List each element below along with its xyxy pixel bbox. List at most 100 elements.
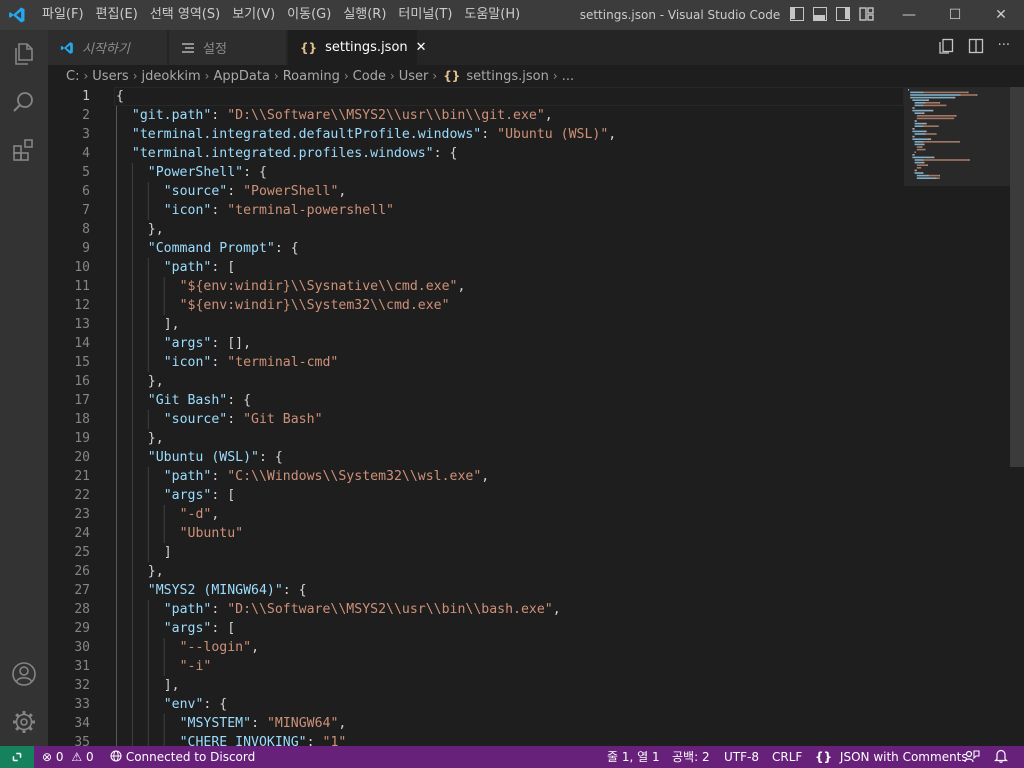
language-mode[interactable]: {} JSON with Comments [815,746,968,768]
minimap-viewport[interactable] [904,87,1010,186]
breadcrumb-appdata[interactable]: AppData [211,69,271,84]
code-line[interactable]: }, [114,429,904,448]
minimap-token [921,125,924,127]
code-line[interactable]: }, [114,562,904,581]
json-punctuation: : { [203,697,228,712]
menu-terminal[interactable]: 터미널(T) [392,0,458,30]
code-editor[interactable]: {"git.path": "D:\\Software\\MSYS2\\usr\\… [114,87,904,746]
code-line[interactable]: ], [114,676,904,695]
explorer-button[interactable] [0,30,48,78]
minimap-token [938,102,940,104]
json-punctuation: }, [147,564,164,579]
code-line[interactable]: { [114,87,904,106]
tab-settings-json[interactable]: {} settings.json ✕ [288,30,427,65]
more-actions-icon[interactable]: ··· [998,38,1010,54]
menu-file[interactable]: 파일(F) [36,0,90,30]
code-line[interactable]: "env": { [114,695,904,714]
breadcrumb-file[interactable]: settings.json [464,69,551,84]
breadcrumb-roaming[interactable]: Roaming [281,69,342,84]
open-settings-ui-icon[interactable] [938,38,954,54]
code-line[interactable]: "terminal.integrated.defaultProfile.wind… [114,125,904,144]
code-line[interactable]: "source": "PowerShell", [114,182,904,201]
line-number: 25 [74,545,90,560]
minimap-token [921,122,927,125]
code-line[interactable]: "${env:windir}\\System32\\cmd.exe" [114,296,904,315]
code-line[interactable]: "path": "C:\\Windows\\System32\\wsl.exe"… [114,467,904,486]
code-line[interactable]: "args": [], [114,334,904,353]
menu-help[interactable]: 도움말(H) [458,0,526,30]
indentation[interactable]: 공백: 2 [672,746,710,768]
notifications-button[interactable] [994,746,1008,768]
search-button[interactable] [0,78,48,126]
close-window-button[interactable]: ✕ [978,0,1024,30]
json-punctuation: : [227,412,244,427]
code-line[interactable]: }, [114,220,904,239]
code-line[interactable]: ] [114,543,904,562]
toggle-primary-sidebar-icon[interactable] [790,7,804,21]
json-punctuation: ] [163,545,172,560]
accounts-button[interactable] [0,650,48,698]
code-line[interactable]: }, [114,372,904,391]
toggle-panel-icon[interactable] [813,7,827,21]
end-of-line[interactable]: CRLF [772,746,802,768]
menu-go[interactable]: 이동(G) [281,0,337,30]
line-number: 12 [74,298,90,313]
menu-run[interactable]: 실행(R) [337,0,392,30]
scrollbar-thumb[interactable] [1010,87,1024,467]
code-line[interactable]: "-d", [114,505,904,524]
manage-button[interactable] [0,698,48,746]
menu-selection[interactable]: 선택 영역(S) [144,0,226,30]
toggle-secondary-sidebar-icon[interactable] [836,7,850,21]
code-line[interactable]: ], [114,315,904,334]
maximize-button[interactable]: ☐ [932,0,978,30]
cursor-position[interactable]: 줄 1, 열 1 [607,746,660,768]
code-line[interactable]: "Ubuntu" [114,524,904,543]
code-line[interactable]: "icon": "terminal-powershell" [114,201,904,220]
code-line[interactable]: "args": [ [114,619,904,638]
line-number: 27 [74,583,90,598]
menu-view[interactable]: 보기(V) [226,0,281,30]
code-line[interactable]: "path": "D:\\Software\\MSYS2\\usr\\bin\\… [114,600,904,619]
customize-layout-icon[interactable] [859,7,875,21]
code-line[interactable]: "MSYS2 (MINGW64)": { [114,581,904,600]
remote-indicator[interactable] [0,746,34,768]
extensions-button[interactable] [0,126,48,174]
minimap[interactable] [904,87,1010,746]
breadcrumb-drive[interactable]: C: [64,69,81,84]
breadcrumb-user[interactable]: jdeokkim [140,69,203,84]
code-line[interactable]: "${env:windir}\\Sysnative\\cmd.exe", [114,277,904,296]
code-line[interactable]: "terminal.integrated.profiles.windows": … [114,144,904,163]
tab-getting-started[interactable]: 시작하기 [48,30,168,65]
split-editor-icon[interactable] [968,38,984,54]
tab-settings[interactable]: 설정 [169,30,287,65]
line-number: 29 [74,621,90,636]
code-line[interactable]: "PowerShell": { [114,163,904,182]
code-line[interactable]: "source": "Git Bash" [114,410,904,429]
close-tab-icon[interactable]: ✕ [416,40,427,55]
code-line[interactable]: "-i" [114,657,904,676]
feedback-button[interactable] [964,746,980,768]
code-line[interactable]: "icon": "terminal-cmd" [114,353,904,372]
menu-edit[interactable]: 편집(E) [90,0,144,30]
code-line[interactable]: "Command Prompt": { [114,239,904,258]
minimize-button[interactable]: — [886,0,932,30]
vertical-scrollbar[interactable] [1010,87,1024,746]
code-line[interactable]: "--login", [114,638,904,657]
code-line[interactable]: "Ubuntu (WSL)": { [114,448,904,467]
encoding[interactable]: UTF-8 [724,746,759,768]
code-line[interactable]: "args": [ [114,486,904,505]
problems-indicator[interactable]: ⊗ 0 ⚠ 0 [42,746,94,768]
json-key: "terminal.integrated.profiles.windows" [131,146,434,161]
breadcrumb: C: › Users › jdeokkim › AppData › Roaming › C… [48,65,1024,87]
breadcrumb-users[interactable]: Users [90,69,130,84]
code-line[interactable]: "CHERE_INVOKING": "1" [114,733,904,746]
breadcrumb-user-folder[interactable]: User [397,69,431,84]
code-line[interactable]: "path": [ [114,258,904,277]
code-line[interactable]: "git.path": "D:\\Software\\MSYS2\\usr\\b… [114,106,904,125]
breadcrumb-code[interactable]: Code [351,69,388,84]
code-line[interactable]: "Git Bash": { [114,391,904,410]
line-number: 5 [82,165,90,180]
code-line[interactable]: "MSYSTEM": "MINGW64", [114,714,904,733]
discord-status[interactable]: Connected to Discord [110,746,255,768]
breadcrumb-symbol[interactable]: ... [560,69,576,84]
